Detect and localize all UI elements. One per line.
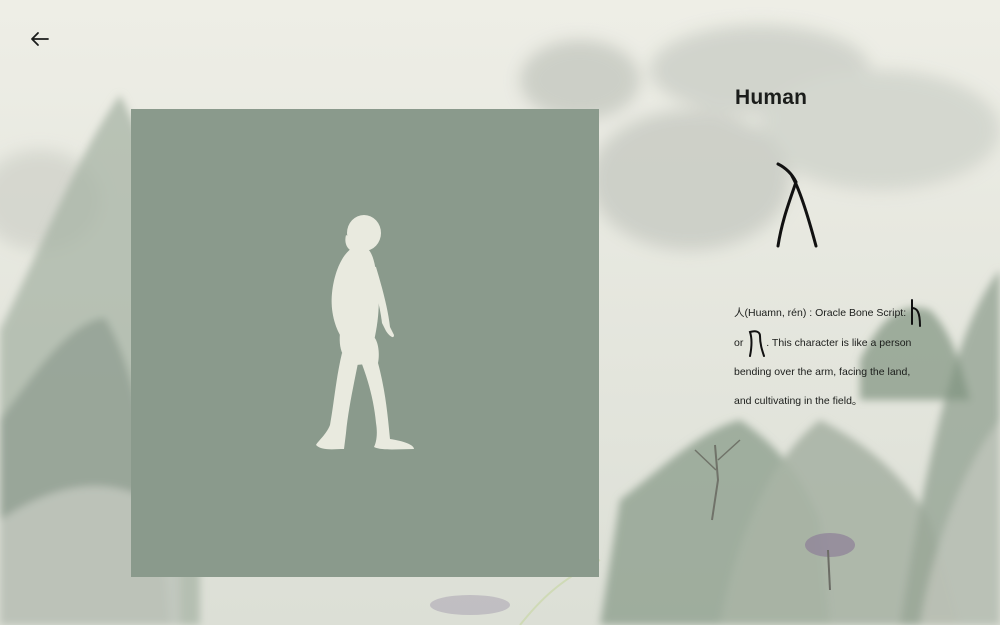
walking-early-human-silhouette (316, 215, 414, 450)
character-title: Human (735, 86, 808, 109)
character-description: 人(Huamn, rén) : Oracle Bone Script: or .… (734, 298, 964, 416)
oracle-glyph-variant-b-icon (749, 330, 766, 357)
description-line-1: 人(Huamn, rén) : Oracle Bone Script: (734, 298, 964, 328)
description-line-3: bending over the arm, facing the land, (734, 366, 911, 378)
oracle-bone-ren-glyph (776, 162, 818, 248)
description-line-2: or . This character is like a person (734, 328, 964, 358)
back-button[interactable] (28, 27, 52, 51)
arrow-left-icon (31, 32, 49, 46)
oracle-glyph-variant-a-icon (911, 299, 922, 327)
description-line-4: and cultivating in the field。 (734, 395, 863, 407)
illustration-panel (131, 109, 599, 577)
